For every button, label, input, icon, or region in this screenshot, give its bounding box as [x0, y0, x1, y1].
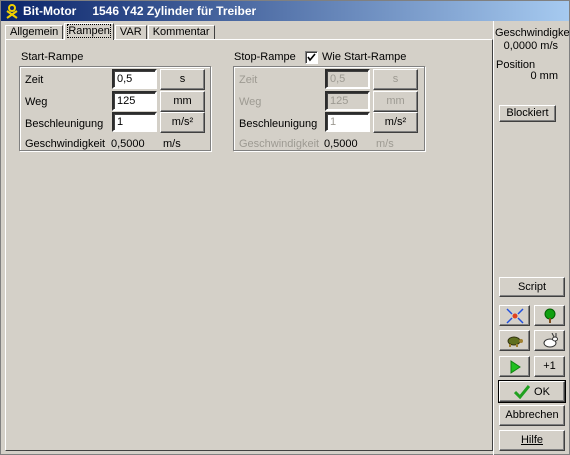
start-geschwindigkeit-value: 0,5000	[111, 138, 145, 150]
title-bar: Bit-Motor 1546 Y42 Zylinder für Treiber	[1, 1, 569, 21]
bit-motor-icon	[6, 4, 18, 19]
ok-check-icon	[514, 384, 531, 399]
turtle-icon	[507, 336, 523, 347]
start-zeit-input[interactable]	[112, 69, 157, 89]
start-geschwindigkeit-unit: m/s	[163, 138, 181, 150]
stop-zeit-label: Zeit	[239, 74, 258, 86]
speed-label: Geschwindigkeit	[495, 27, 570, 39]
start-zeit-unit-button[interactable]: s	[160, 69, 205, 90]
slow-speed-button[interactable]	[499, 330, 530, 351]
rabbit-icon	[543, 332, 558, 347]
stop-geschwindigkeit-value: 0,5000	[324, 138, 358, 150]
tab-kommentar[interactable]: Kommentar	[147, 25, 215, 40]
cancel-button[interactable]: Abbrechen	[499, 405, 565, 426]
position-value: 0 mm	[530, 70, 559, 82]
move-to-center-button[interactable]	[499, 305, 530, 326]
stop-geschwindigkeit-unit: m/s	[376, 138, 394, 150]
stop-beschleunigung-label: Beschleunigung	[239, 118, 318, 130]
plus-one-button[interactable]: +1	[534, 356, 565, 377]
stop-ramp-title: Stop-Rampe	[234, 51, 296, 63]
start-zeit-label: Zeit	[25, 74, 44, 86]
play-icon	[510, 359, 521, 374]
same-as-start-label[interactable]: Wie Start-Rampe	[322, 51, 406, 63]
window-subtitle: 1546 Y42 Zylinder für Treiber	[92, 4, 257, 18]
start-weg-input[interactable]	[112, 91, 157, 111]
checkmark-icon	[307, 53, 316, 62]
stop-zeit-unit-button: s	[373, 69, 418, 90]
stop-weg-label: Weg	[239, 96, 262, 108]
target-arrows-icon	[505, 307, 524, 324]
dialog-window: Bit-Motor 1546 Y42 Zylinder für Treiber …	[0, 0, 570, 455]
tree-icon	[544, 308, 555, 323]
stop-beschleunigung-input[interactable]	[325, 112, 370, 132]
sidebar-divider	[493, 21, 494, 455]
start-weg-unit-button[interactable]: mm	[160, 91, 205, 112]
speed-value: 0,0000 m/s	[503, 40, 558, 52]
script-button[interactable]: Script	[499, 277, 565, 297]
help-button[interactable]: Hilfe	[499, 430, 565, 451]
fast-speed-button[interactable]	[534, 330, 565, 351]
blocked-button[interactable]: Blockiert	[499, 105, 556, 122]
tree-button[interactable]	[534, 305, 565, 326]
tab-allgemein[interactable]: Allgemein	[5, 25, 64, 40]
stop-zeit-input	[325, 69, 370, 89]
window-title: Bit-Motor	[23, 4, 77, 18]
ok-label: OK	[534, 385, 550, 398]
tab-rampen[interactable]: Rampen	[64, 23, 114, 40]
play-button[interactable]	[499, 356, 530, 377]
stop-weg-input	[325, 91, 370, 111]
start-ramp-title: Start-Rampe	[21, 51, 84, 63]
ok-button[interactable]: OK	[498, 380, 566, 403]
tab-strip: Allgemein Rampen VAR Kommentar	[5, 23, 216, 40]
start-beschleunigung-input[interactable]	[112, 112, 157, 132]
start-geschwindigkeit-label: Geschwindigkeit	[25, 138, 106, 150]
start-beschleunigung-label: Beschleunigung	[25, 118, 104, 130]
start-weg-label: Weg	[25, 96, 48, 108]
stop-geschwindigkeit-label: Geschwindigkeit	[239, 138, 320, 150]
stop-beschleunigung-unit-button[interactable]: m/s²	[373, 112, 418, 133]
same-as-start-checkbox[interactable]	[305, 51, 318, 64]
start-beschleunigung-unit-button[interactable]: m/s²	[160, 112, 205, 133]
stop-weg-unit-button: mm	[373, 91, 418, 112]
tab-var[interactable]: VAR	[114, 25, 147, 40]
